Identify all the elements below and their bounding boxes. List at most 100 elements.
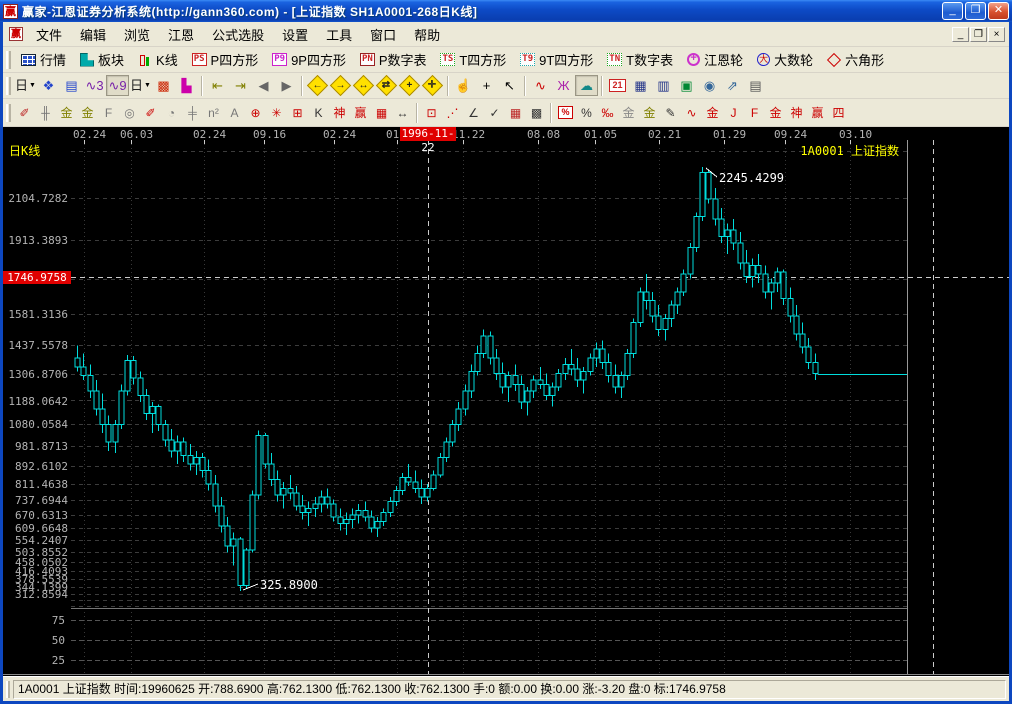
red-grid-tool-button[interactable]: ▦ — [505, 102, 526, 123]
hand-tool-button[interactable]: ☝ — [452, 75, 475, 96]
p-square-button[interactable]: PSP四方形 — [185, 48, 266, 71]
restore-button[interactable]: ❐ — [965, 2, 986, 20]
menu-9[interactable]: 帮助 — [405, 22, 449, 47]
prev-page-button[interactable]: ◀ — [252, 75, 275, 96]
toolbar-grip[interactable] — [6, 51, 11, 69]
pen-tool-button[interactable]: ✎ — [660, 102, 681, 123]
zigzag-button[interactable]: ∿ — [529, 75, 552, 96]
gold-red-tool-button[interactable]: 金 — [702, 102, 723, 123]
spiral-tool-button[interactable]: ◎ — [119, 102, 140, 123]
p-number-table-button[interactable]: PNP数字表 — [353, 48, 434, 71]
marker-tool-button[interactable]: ✐ — [14, 102, 35, 123]
toolbar-grip[interactable] — [6, 77, 11, 95]
gann-wheel-button[interactable]: 江恩轮 — [680, 48, 750, 71]
red-marker-tool-button[interactable]: ✐ — [140, 102, 161, 123]
crosshair-button[interactable]: + — [475, 75, 498, 96]
pct-tool-button[interactable]: % — [576, 102, 597, 123]
menu-3[interactable]: 浏览 — [115, 22, 159, 47]
fence2-tool-button[interactable]: ╪ — [182, 102, 203, 123]
region-map-button[interactable]: ▩ — [152, 75, 175, 96]
menu-4[interactable]: 江恩 — [159, 22, 203, 47]
web-data-button[interactable]: ◉ — [698, 75, 721, 96]
notes-button[interactable]: ▥ — [652, 75, 675, 96]
quotes-button[interactable]: 行情 — [14, 48, 73, 71]
calendar-button[interactable]: 21 — [606, 75, 629, 96]
pointer-button[interactable]: ↖ — [498, 75, 521, 96]
pattern-button[interactable]: ❖ — [37, 75, 60, 96]
wave-box-tool-button[interactable]: ∿ — [681, 102, 702, 123]
star-web-tool-button[interactable]: ✳ — [266, 102, 287, 123]
gold-grid-tool-button[interactable]: 金 — [56, 102, 77, 123]
save-button[interactable]: ▣ — [675, 75, 698, 96]
shift-right-button[interactable]: → — [329, 75, 352, 96]
box-tool-button[interactable]: ⊡ — [421, 102, 442, 123]
t-number-table-button[interactable]: TNT数字表 — [600, 48, 680, 71]
win-angle-tool-button[interactable]: 赢 — [807, 102, 828, 123]
n-square-tool-button[interactable]: n² — [203, 102, 224, 123]
menu-7[interactable]: 工具 — [317, 22, 361, 47]
hexagon-button[interactable]: 六角形 — [820, 48, 891, 71]
info-panel-button[interactable]: ▤ — [60, 75, 83, 96]
f-angle-tool-button[interactable]: F — [744, 102, 765, 123]
clock-tool-button[interactable]: ◔ — [161, 102, 182, 123]
t-square-button[interactable]: TST四方形 — [433, 48, 513, 71]
shen-tool-button[interactable]: 神 — [329, 102, 350, 123]
sectors-button[interactable]: 板块 — [73, 48, 131, 71]
kline-button[interactable]: K线 — [131, 48, 185, 71]
full-view-button[interactable]: ✛ — [421, 75, 444, 96]
print-button[interactable]: ▤ — [744, 75, 767, 96]
wave3-button[interactable]: ∿3 — [83, 75, 106, 96]
j-angle-tool-button[interactable]: J — [723, 102, 744, 123]
calculator-button[interactable]: ▦ — [629, 75, 652, 96]
shift-left-button[interactable]: ← — [306, 75, 329, 96]
smart-analysis-button[interactable]: ☁ — [575, 75, 598, 96]
k-angle-tool-button[interactable]: K — [308, 102, 329, 123]
gold-line-tool-button[interactable]: 金 — [639, 102, 660, 123]
compass-tool-button[interactable]: ⊕ — [245, 102, 266, 123]
mdi-minimize-button[interactable]: _ — [952, 27, 969, 42]
hatch-grid-tool-button[interactable]: ▩ — [526, 102, 547, 123]
volume-chart-button[interactable]: ▙ — [175, 75, 198, 96]
permille-tool-button[interactable]: ‰ — [597, 102, 618, 123]
nine-t-square-button[interactable]: T99T四方形 — [513, 48, 600, 71]
menu-2[interactable]: 编辑 — [71, 22, 115, 47]
minimize-button[interactable]: _ — [942, 2, 963, 20]
wave9-button[interactable]: ∿9 — [106, 75, 129, 96]
zoom-out-button[interactable]: ↔ — [352, 75, 375, 96]
chart-area[interactable]: 02.2406.0302.2409.1602.2401.1311.2208.08… — [3, 127, 1009, 676]
kline-style-button[interactable]: 日▼ — [14, 75, 37, 96]
price-grid-tool-button[interactable]: ▦ — [371, 102, 392, 123]
mdi-restore-button[interactable]: ❐ — [970, 27, 987, 42]
menu-8[interactable]: 窗口 — [361, 22, 405, 47]
mdi-close-button[interactable]: × — [988, 27, 1005, 42]
a-line-tool-button[interactable]: A — [224, 102, 245, 123]
win-tool-button[interactable]: 赢 — [350, 102, 371, 123]
check-wave-tool-button[interactable]: ✓ — [484, 102, 505, 123]
angle-tool-button[interactable]: ∠ — [463, 102, 484, 123]
zoom-in-button[interactable]: ⇄ — [375, 75, 398, 96]
last-page-button[interactable]: ⇥ — [229, 75, 252, 96]
nine-p-square-button[interactable]: P99P四方形 — [265, 48, 353, 71]
menu-6[interactable]: 设置 — [273, 22, 317, 47]
mdi-child-icon[interactable]: 赢 — [9, 27, 23, 41]
gold-grid2-tool-button[interactable]: 金 — [77, 102, 98, 123]
fence-tool-button[interactable]: ╫ — [35, 102, 56, 123]
f-tool-button[interactable]: F — [98, 102, 119, 123]
gold-angle-tool-button[interactable]: 金 — [765, 102, 786, 123]
gold-circle-tool-button[interactable]: 金 — [618, 102, 639, 123]
expand-button[interactable]: + — [398, 75, 421, 96]
pct-box-tool-button[interactable]: % — [555, 102, 576, 123]
toolbar-grip[interactable] — [6, 104, 11, 122]
big-number-wheel-button[interactable]: 大大数轮 — [750, 48, 820, 71]
candle-type-button[interactable]: 日▼ — [129, 75, 152, 96]
export-button[interactable]: ⇗ — [721, 75, 744, 96]
shen-angle-tool-button[interactable]: 神 — [786, 102, 807, 123]
gann-frame-button[interactable]: Ж — [552, 75, 575, 96]
first-page-button[interactable]: ⇤ — [206, 75, 229, 96]
four-angle-tool-button[interactable]: 四 — [828, 102, 849, 123]
rays-tool-button[interactable]: ⋰ — [442, 102, 463, 123]
width-tool-button[interactable]: ↔ — [392, 102, 413, 123]
grid-web-tool-button[interactable]: ⊞ — [287, 102, 308, 123]
menu-5[interactable]: 公式选股 — [203, 22, 273, 47]
close-button[interactable]: ✕ — [988, 2, 1009, 20]
